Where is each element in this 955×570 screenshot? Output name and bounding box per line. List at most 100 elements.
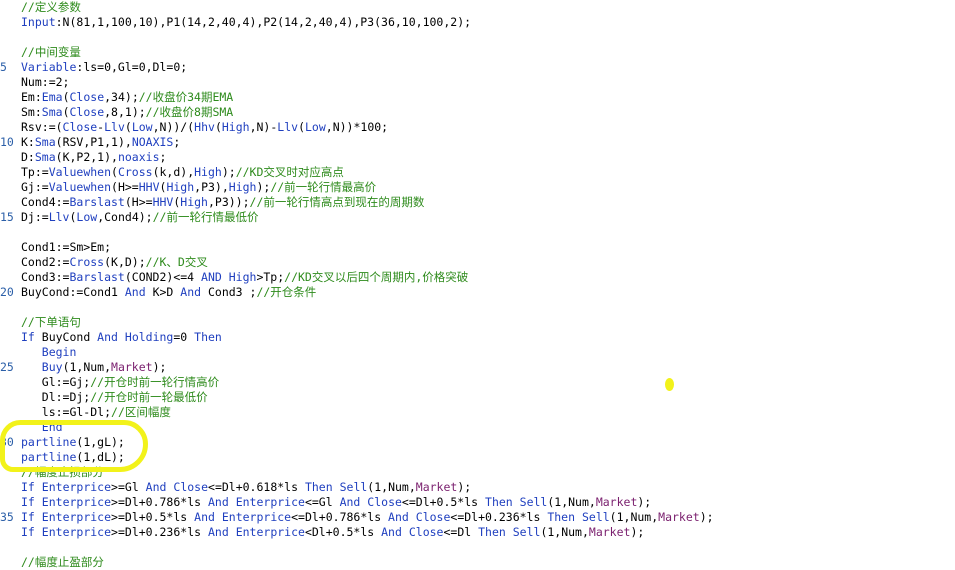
code-token: Market — [588, 525, 631, 539]
code-text: Cond1:=Sm>Em; — [21, 240, 111, 255]
code-line[interactable]: Cond1:=Sm>Em; — [0, 240, 955, 255]
code-token: Enterprice — [221, 510, 292, 524]
code-token: Close — [408, 525, 444, 539]
code-token: Gl:=Gj; — [21, 375, 91, 389]
code-token: :N(81,1,100,10),P1(14,2,40,4),P2(14,2,40… — [55, 15, 472, 29]
code-text: Gl:=Gj;//开仓时前一轮行情高价 — [21, 375, 219, 390]
code-text: If Enterprice>=Gl And Close<=Dl+0.618*ls… — [21, 480, 471, 495]
code-token: //开仓时前一轮行情高价 — [90, 375, 220, 389]
code-token: High — [221, 120, 250, 134]
code-token: Sma — [34, 150, 56, 164]
code-line[interactable]: 10 K:Sma(RSV,P1,1),NOAXIS; — [0, 135, 955, 150]
code-line[interactable]: If Enterprice>=Gl And Close<=Dl+0.618*ls… — [0, 480, 955, 495]
code-token: High — [228, 270, 257, 284]
code-line[interactable]: Gl:=Gj;//开仓时前一轮行情高价 — [0, 375, 955, 390]
code-line[interactable]: If Enterprice>=Dl+0.236*ls And Enterpric… — [0, 525, 955, 540]
code-line[interactable]: 5 Variable:ls=0,Gl=0,Dl=0; — [0, 60, 955, 75]
code-text: //幅度止损部分 — [21, 465, 104, 480]
code-text: BuyCond:=Cond1 And K>D And Cond3 ;//开仓条件 — [21, 285, 316, 300]
code-token: And — [124, 285, 146, 299]
code-line[interactable]: Gj:=Valuewhen(H>=HHV(High,P3),High);//前一… — [0, 180, 955, 195]
code-token: And — [194, 510, 215, 524]
code-line[interactable]: partline(1,dL); — [0, 450, 955, 465]
code-token: Begin — [41, 345, 77, 359]
code-token: Sma — [34, 135, 56, 149]
code-line[interactable]: End — [0, 420, 955, 435]
code-line[interactable]: Rsv:=(Close-Llv(Low,N))/(Hhv(High,N)-Llv… — [0, 120, 955, 135]
code-line[interactable]: Input:N(81,1,100,10),P1(14,2,40,4),P2(14… — [0, 15, 955, 30]
code-token: Hhv — [194, 120, 215, 134]
line-number: 15 — [0, 210, 14, 224]
code-line[interactable]: //下单语句 — [0, 315, 955, 330]
code-line[interactable]: 25 Buy(1,Num,Market); — [0, 360, 955, 375]
code-line[interactable] — [0, 300, 955, 315]
code-token: D: — [21, 150, 35, 164]
code-token: Sell — [581, 510, 610, 524]
code-line[interactable]: //中间变量 — [0, 45, 955, 60]
code-line[interactable]: Begin — [0, 345, 955, 360]
code-line[interactable]: Dl:=Dj;//开仓时前一轮最低价 — [0, 390, 955, 405]
code-token: Enterprice — [41, 525, 112, 539]
code-line[interactable]: Sm:Sma(Close,8,1);//收盘价8期SMA — [0, 105, 955, 120]
line-number: 5 — [0, 60, 7, 74]
code-line[interactable] — [0, 540, 955, 555]
code-token: Low — [131, 120, 153, 134]
code-token: ; — [173, 135, 181, 149]
code-token: Then — [485, 495, 513, 509]
code-token: Sell — [512, 525, 541, 539]
code-line[interactable]: If BuyCond And Holding=0 Then — [0, 330, 955, 345]
code-line[interactable]: 30 partline(1,gL); — [0, 435, 955, 450]
code-line[interactable]: Cond3:=Barslast(COND2)<=4 AND High>Tp;//… — [0, 270, 955, 285]
code-line[interactable]: If Enterprice>=Dl+0.786*ls And Enterpric… — [0, 495, 955, 510]
code-line[interactable]: 35 If Enterprice>=Dl+0.5*ls And Enterpric… — [0, 510, 955, 525]
code-line[interactable]: 15 Dj:=Llv(Low,Cond4);//前一轮行情最低价 — [0, 210, 955, 225]
code-line[interactable]: D:Sma(K,P2,1),noaxis; — [0, 150, 955, 165]
code-token: Sma — [41, 105, 63, 119]
code-token: NOAXIS — [131, 135, 174, 149]
code-text: partline(1,gL); — [21, 435, 125, 450]
line-number: 30 — [0, 435, 14, 449]
code-text: Sm:Sma(Close,8,1);//收盘价8期SMA — [21, 105, 233, 120]
code-token: Enterprice — [41, 510, 112, 524]
code-text: K:Sma(RSV,P1,1),NOAXIS; — [21, 135, 180, 150]
code-token: K: — [21, 135, 35, 149]
code-line[interactable]: //定义参数 — [0, 0, 955, 15]
code-token: Cond3 ; — [201, 285, 257, 299]
code-token: If — [21, 510, 35, 524]
code-token: ); — [630, 525, 645, 539]
code-line[interactable]: Cond2:=Cross(K,D);//K、D交叉 — [0, 255, 955, 270]
code-line[interactable]: 20 BuyCond:=Cond1 And K>D And Cond3 ;//开仓… — [0, 285, 955, 300]
code-token: And — [180, 285, 202, 299]
code-token: Rsv:=( — [21, 120, 63, 134]
code-text: If Enterprice>=Dl+0.5*ls And Enterprice<… — [21, 510, 714, 525]
code-line[interactable]: Num:=2; — [0, 75, 955, 90]
code-token: Buy — [41, 360, 63, 374]
code-token: Llv — [277, 120, 299, 134]
code-text: Cond4:=Barslast(H>=HHV(High,P3));//前一轮行情… — [21, 195, 424, 210]
code-token: Llv — [104, 120, 125, 134]
code-editor[interactable]: //定义参数 Input:N(81,1,100,10),P1(14,2,40,4)… — [0, 0, 955, 569]
code-token: Variable — [21, 60, 77, 74]
code-token: //幅度止损部分 — [21, 465, 104, 479]
code-line[interactable] — [0, 225, 955, 240]
code-line[interactable] — [0, 30, 955, 45]
code-line[interactable]: Em:Ema(Close,34);//收盘价34期EMA — [0, 90, 955, 105]
code-token: Cross — [69, 255, 105, 269]
code-line[interactable]: Tp:=Valuewhen(Cross(k,d),High);//KD交叉时对应… — [0, 165, 955, 180]
code-line[interactable]: //幅度止损部分 — [0, 465, 955, 480]
line-number: 10 — [0, 135, 14, 149]
code-line[interactable]: Cond4:=Barslast(H>=HHV(High,P3));//前一轮行情… — [0, 195, 955, 210]
code-line[interactable]: ls:=Gl-Dl;//区间幅度 — [0, 405, 955, 420]
code-token: (1,gL); — [76, 435, 125, 449]
code-token: (K,P2,1), — [55, 150, 118, 164]
code-token: //开仓条件 — [256, 285, 317, 299]
code-line[interactable]: //幅度止盈部分 — [0, 555, 955, 570]
